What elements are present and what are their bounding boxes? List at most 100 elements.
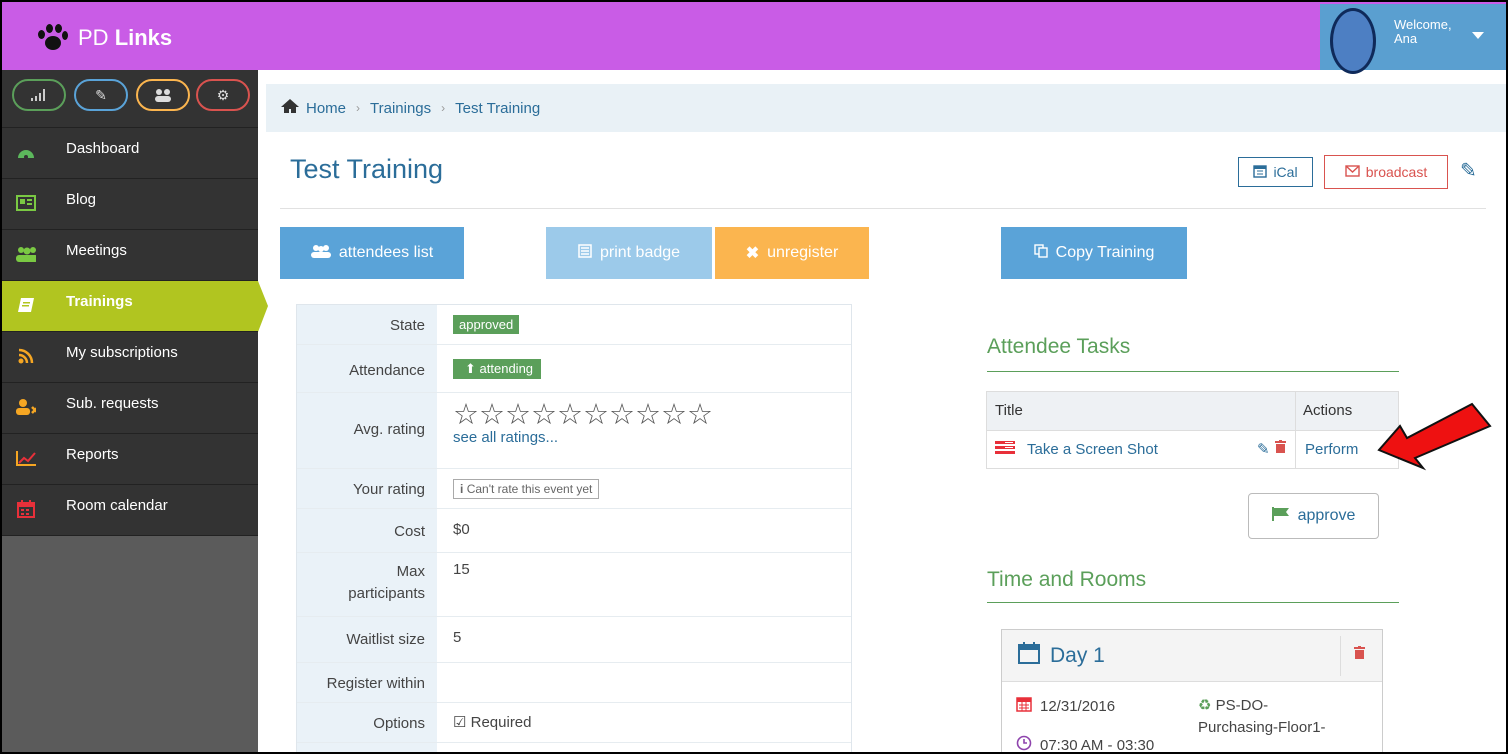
see-all-ratings-link[interactable]: see all ratings...	[453, 429, 713, 446]
task-list-icon	[995, 440, 1015, 460]
detail-label: Your rating	[297, 469, 437, 508]
unregister-button[interactable]: ✖ unregister	[715, 227, 869, 279]
detail-label: Attendance	[297, 345, 437, 392]
sidebar-item-label: Trainings	[66, 293, 133, 310]
home-icon[interactable]	[280, 98, 300, 119]
detail-label: Cost	[297, 509, 437, 552]
close-icon: ✖	[745, 245, 760, 262]
ical-button[interactable]: iCal	[1238, 157, 1313, 187]
page-title: Test Training	[290, 154, 444, 184]
day-time: 07:30 AM - 03:30	[1016, 735, 1154, 752]
attendance-badge: ⬆ attending	[453, 359, 542, 379]
breadcrumb-home[interactable]: Home	[306, 100, 346, 117]
cost-value: $0	[453, 521, 470, 538]
attendee-tasks-table: Title Actions Take a Screen Shot ✎ Perfo…	[986, 391, 1399, 469]
detail-row-avg-rating: Avg. rating ☆☆☆☆☆☆☆☆☆☆ see all ratings..…	[297, 393, 851, 469]
day-card-header: Day 1	[1002, 630, 1382, 682]
pencil-icon[interactable]: ✎	[74, 79, 128, 111]
column-header-title: Title	[995, 402, 1023, 419]
cogs-icon[interactable]: ⚙	[196, 79, 250, 111]
attendees-list-button[interactable]: attendees list	[280, 227, 464, 279]
app-window: PD Links Welcome, Ana ✎ ⚙ Dashboard Blog…	[0, 0, 1508, 754]
sidebar-item-dashboard[interactable]: Dashboard	[2, 128, 258, 179]
detail-label: Register within	[297, 663, 437, 702]
caret-down-icon	[1472, 32, 1484, 39]
copy-icon	[1033, 243, 1048, 263]
copy-training-button[interactable]: Copy Training	[1001, 227, 1187, 279]
trash-icon[interactable]	[1354, 646, 1365, 662]
book-icon	[16, 295, 36, 315]
chart-line-icon	[16, 448, 36, 468]
paw-icon	[38, 24, 68, 52]
rss-icon	[16, 346, 36, 366]
sidebar-item-label: Meetings	[66, 242, 127, 259]
approve-label: approve	[1297, 507, 1356, 524]
day-title: Day 1	[1018, 642, 1105, 670]
detail-row-attendance: Attendance ⬆ attending	[297, 345, 851, 393]
user-menu[interactable]: Welcome, Ana	[1320, 4, 1506, 74]
calendar-icon	[1016, 696, 1032, 716]
divider	[987, 371, 1399, 372]
sidebar-item-sub-requests[interactable]: Sub. requests	[2, 383, 258, 434]
sidebar-shortcut-bar: ✎ ⚙	[2, 70, 258, 128]
detail-row-options: Options ☑ Required	[297, 703, 851, 743]
breadcrumb-current: Test Training	[455, 99, 541, 117]
print-badge-button[interactable]: print badge	[546, 227, 712, 279]
clock-icon	[1016, 735, 1032, 752]
perform-link[interactable]: Perform	[1305, 441, 1358, 458]
sidebar-item-meetings[interactable]: Meetings	[2, 230, 258, 281]
detail-label: Avg. rating	[297, 393, 437, 468]
app-logo[interactable]: PD Links	[38, 24, 172, 52]
brand-name: Links	[114, 25, 173, 50]
group-icon	[16, 244, 36, 264]
welcome-text: Welcome, Ana	[1394, 17, 1452, 46]
divider	[280, 208, 1486, 209]
trash-icon[interactable]	[1275, 440, 1286, 457]
detail-row-state: State approved	[297, 305, 851, 345]
sidebar-item-label: Blog	[66, 191, 97, 208]
column-divider	[1340, 636, 1341, 676]
sidebar: ✎ ⚙ Dashboard Blog Meetings Trainings My…	[2, 70, 268, 752]
table-header: Title Actions	[987, 392, 1398, 431]
dashboard-icon	[16, 142, 36, 162]
sidebar-item-blog[interactable]: Blog	[2, 179, 258, 230]
edit-icon[interactable]: ✎	[1257, 440, 1270, 458]
table-row: Take a Screen Shot ✎ Perform	[987, 431, 1398, 468]
broadcast-button[interactable]: broadcast	[1324, 155, 1448, 189]
detail-label: Waitlist size	[297, 617, 437, 662]
user-remove-icon	[16, 397, 36, 417]
breadcrumb-trainings[interactable]: Trainings	[370, 100, 431, 117]
detail-row-waitlist: Waitlist size 5	[297, 617, 851, 663]
sidebar-item-label: Reports	[66, 446, 119, 463]
detail-row-register-within: Register within	[297, 663, 851, 703]
detail-label: Options	[297, 703, 437, 742]
group-icon[interactable]	[136, 79, 190, 111]
info-icon: i	[460, 482, 464, 496]
sidebar-item-trainings[interactable]: Trainings	[2, 281, 268, 332]
detail-row-cost: Cost $0	[297, 509, 851, 553]
approve-button[interactable]: approve	[1248, 493, 1379, 539]
detail-row-max-participants: Max participants 15	[297, 553, 851, 617]
signal-icon[interactable]	[12, 79, 66, 111]
print-badge-label: print badge	[599, 244, 681, 261]
chevron-right-icon: ›	[441, 101, 446, 115]
attendees-list-label: attendees list	[338, 244, 434, 261]
calendar-icon	[1018, 642, 1040, 670]
avatar	[1330, 8, 1376, 74]
sidebar-item-label: Dashboard	[66, 140, 140, 157]
task-title-link[interactable]: Take a Screen Shot	[1027, 441, 1158, 458]
cant-rate-tag: i Can't rate this event yet	[453, 479, 600, 499]
sidebar-item-label: My subscriptions	[66, 344, 178, 361]
room-name: ♻ PS-DO- Purchasing-Floor1-	[1198, 696, 1326, 736]
detail-label	[297, 743, 437, 752]
sidebar-item-reports[interactable]: Reports	[2, 434, 258, 485]
training-details-table: State approved Attendance ⬆ attending Av…	[296, 304, 852, 752]
checkbox-checked-icon: ☑	[453, 714, 467, 731]
detail-label: Max participants	[297, 553, 437, 616]
sidebar-item-room-calendar[interactable]: Room calendar	[2, 485, 258, 536]
attendee-tasks-heading: Attendee Tasks	[987, 335, 1131, 358]
edit-icon[interactable]: ✎	[1460, 158, 1477, 183]
time-and-rooms-heading: Time and Rooms	[987, 568, 1147, 591]
ical-label: iCal	[1273, 164, 1298, 180]
sidebar-item-my-subscriptions[interactable]: My subscriptions	[2, 332, 258, 383]
